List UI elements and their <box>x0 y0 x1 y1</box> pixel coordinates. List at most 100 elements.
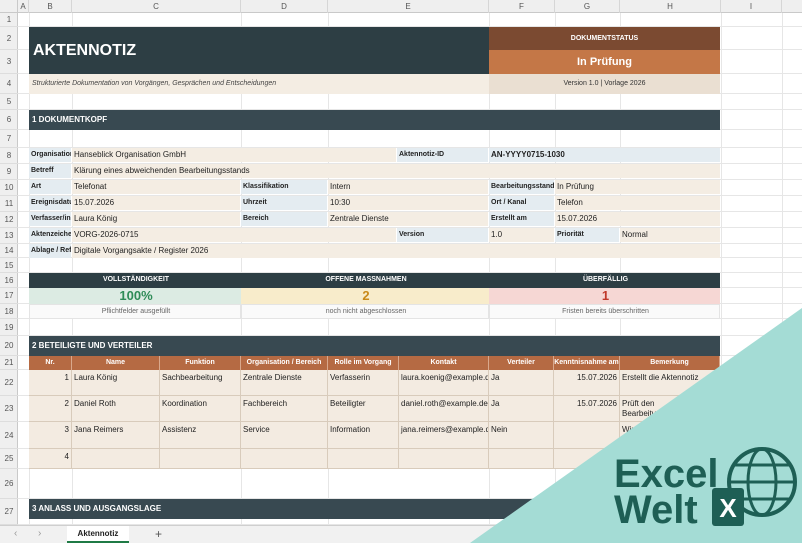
row-header-6[interactable]: 6 <box>0 110 18 130</box>
table-header-cell[interactable]: Nr. <box>29 356 72 370</box>
table-header-cell[interactable]: Bemerkung <box>620 356 720 370</box>
row-header-21[interactable]: 21 <box>0 356 18 370</box>
table-cell[interactable] <box>554 422 620 449</box>
bereich-value[interactable]: Zentrale Dienste <box>328 212 488 226</box>
table-header-cell[interactable]: Organisation / Bereich <box>241 356 328 370</box>
table-cell[interactable]: Erstellt die Aktennotiz <box>620 370 720 396</box>
table-cell[interactable]: laura.koenig@example.de <box>399 370 489 396</box>
row-header-22[interactable]: 22 <box>0 370 18 396</box>
row-header-2[interactable]: 2 <box>0 27 18 50</box>
row-header-19[interactable]: 19 <box>0 319 18 336</box>
row-header-10[interactable]: 10 <box>0 180 18 196</box>
table-row-number[interactable]: 2 <box>29 396 72 422</box>
row-header-3[interactable]: 3 <box>0 50 18 74</box>
column-header-G[interactable]: G <box>555 0 620 13</box>
ablage-value[interactable]: Digitale Vorgangsakte / Register 2026 <box>72 244 720 258</box>
table-cell[interactable]: Daniel Roth <box>72 396 160 422</box>
betreff-value[interactable]: Klärung eines abweichenden Bearbeitungss… <box>72 164 720 178</box>
table-row-number[interactable]: 1 <box>29 370 72 396</box>
row-header-16[interactable]: 16 <box>0 273 18 288</box>
stand-value[interactable]: In Prüfung <box>555 180 720 194</box>
table-cell[interactable] <box>241 449 328 469</box>
table-cell[interactable]: Sachbearbeitung <box>160 370 241 396</box>
row-header-9[interactable]: 9 <box>0 164 18 180</box>
organisation-value[interactable]: Hanseblick Organisation GmbH <box>72 148 396 162</box>
uhr-value[interactable]: 10:30 <box>328 196 488 210</box>
version-value[interactable]: 1.0 <box>489 228 554 242</box>
table-row-number[interactable]: 3 <box>29 422 72 449</box>
row-header-4[interactable]: 4 <box>0 74 18 94</box>
column-header-I[interactable]: I <box>721 0 782 13</box>
table-cell[interactable]: Ja <box>489 370 554 396</box>
table-cell[interactable] <box>489 449 554 469</box>
tab-scroll-left-icon[interactable]: ‹ <box>14 528 17 539</box>
table-cell[interactable]: Jana Reimers <box>72 422 160 449</box>
table-cell[interactable]: Zentrale Dienste <box>241 370 328 396</box>
table-cell[interactable]: Assistenz <box>160 422 241 449</box>
column-header-J[interactable]: J <box>782 0 802 13</box>
row-header-15[interactable]: 15 <box>0 258 18 273</box>
column-header-H[interactable]: H <box>620 0 721 13</box>
az-value[interactable]: VORG-2026-0715 <box>72 228 396 242</box>
row-header-8[interactable]: 8 <box>0 148 18 164</box>
column-header-F[interactable]: F <box>489 0 555 13</box>
table-cell[interactable] <box>160 449 241 469</box>
row-header-27[interactable]: 27 <box>0 499 18 525</box>
table-cell[interactable]: Koordination <box>160 396 241 422</box>
row-header-23[interactable]: 23 <box>0 396 18 422</box>
table-cell[interactable]: Wird informiert <box>620 422 720 449</box>
row-header-18[interactable]: 18 <box>0 304 18 319</box>
table-cell[interactable] <box>399 449 489 469</box>
row-header-17[interactable]: 17 <box>0 288 18 304</box>
row-header-13[interactable]: 13 <box>0 228 18 244</box>
table-header-cell[interactable]: Verteiler <box>489 356 554 370</box>
table-row-number[interactable]: 4 <box>29 449 72 469</box>
row-header-1[interactable]: 1 <box>0 13 18 27</box>
table-cell[interactable]: 15.07.2026 <box>554 396 620 422</box>
ort-value[interactable]: Telefon <box>555 196 720 210</box>
row-header-25[interactable]: 25 <box>0 449 18 469</box>
klass-value[interactable]: Intern <box>328 180 488 194</box>
table-cell[interactable]: Verfasserin <box>328 370 399 396</box>
status-value[interactable]: In Prüfung <box>489 50 720 74</box>
table-cell[interactable] <box>72 449 160 469</box>
verf-value[interactable]: Laura König <box>72 212 240 226</box>
column-header-D[interactable]: D <box>241 0 328 13</box>
column-header-E[interactable]: E <box>328 0 489 13</box>
row-header-20[interactable]: 20 <box>0 336 18 356</box>
table-header-cell[interactable]: Kontakt <box>399 356 489 370</box>
erstellt-value[interactable]: 15.07.2026 <box>555 212 720 226</box>
tab-scroll-right-icon[interactable]: › <box>38 528 41 539</box>
table-cell[interactable]: Nein <box>489 422 554 449</box>
table-cell[interactable]: Ja <box>489 396 554 422</box>
table-cell[interactable]: 15.07.2026 <box>554 370 620 396</box>
table-header-cell[interactable]: Rolle im Vorgang <box>328 356 399 370</box>
column-header-C[interactable]: C <box>72 0 241 13</box>
row-header-5[interactable]: 5 <box>0 94 18 110</box>
sheet-grid[interactable]: AKTENNOTIZ DOKUMENTSTATUS In Prüfung Str… <box>18 13 802 525</box>
column-header-A[interactable]: A <box>18 0 29 13</box>
table-cell[interactable]: daniel.roth@example.de <box>399 396 489 422</box>
column-header-B[interactable]: B <box>29 0 72 13</box>
art-value[interactable]: Telefonat <box>72 180 240 194</box>
table-cell[interactable]: Beteiligter <box>328 396 399 422</box>
sheet-tab-aktennotiz[interactable]: Aktennotiz <box>67 526 129 543</box>
row-header-7[interactable]: 7 <box>0 130 18 148</box>
table-cell[interactable] <box>620 449 720 469</box>
table-cell[interactable]: Laura König <box>72 370 160 396</box>
row-header-26[interactable]: 26 <box>0 469 18 499</box>
row-header-24[interactable]: 24 <box>0 422 18 449</box>
table-cell[interactable]: Fachbereich <box>241 396 328 422</box>
table-header-cell[interactable]: Name <box>72 356 160 370</box>
table-header-cell[interactable]: Funktion <box>160 356 241 370</box>
table-cell[interactable]: Information <box>328 422 399 449</box>
row-header-11[interactable]: 11 <box>0 196 18 212</box>
row-header-12[interactable]: 12 <box>0 212 18 228</box>
row-header-14[interactable]: 14 <box>0 244 18 258</box>
table-cell[interactable] <box>328 449 399 469</box>
prio-value[interactable]: Normal <box>620 228 720 242</box>
table-cell[interactable] <box>554 449 620 469</box>
datum-value[interactable]: 15.07.2026 <box>72 196 240 210</box>
select-all-corner[interactable] <box>0 0 18 13</box>
table-header-cell[interactable]: Kenntnisnahme am <box>554 356 620 370</box>
